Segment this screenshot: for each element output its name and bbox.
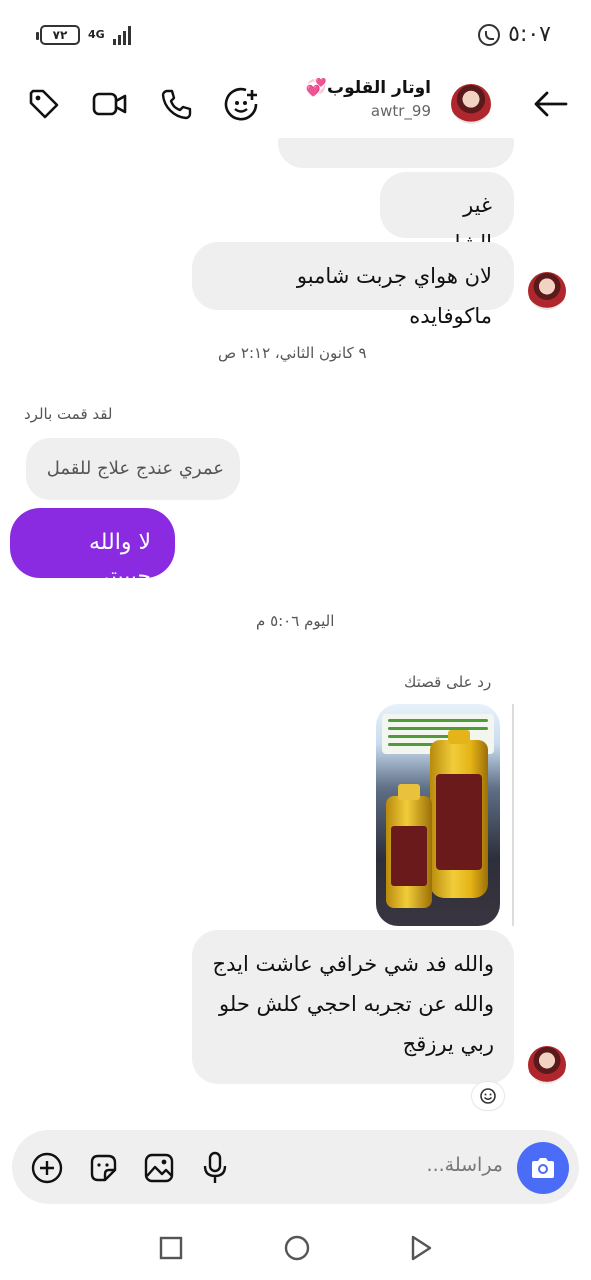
network-type: 4G [88,28,105,41]
sent-text: لا والله حبيبتي [88,530,151,589]
message-line: ربي يرزقج [402,1032,494,1056]
oil-bottle-large-image [430,730,488,898]
contact-username: awtr_99 [370,102,431,120]
status-right: ٥:٠٧ [478,22,551,47]
camera-button[interactable] [517,1142,569,1194]
back-button[interactable] [406,1233,436,1263]
whatsapp-icon [478,23,501,46]
add-icon[interactable] [30,1151,64,1185]
oil-bottle-small-image [386,784,432,908]
quoted-text: عمري عندج علاج للقمل [46,458,224,479]
gallery-icon[interactable] [142,1151,176,1185]
sender-avatar[interactable] [528,1046,566,1084]
message-composer: مراسلة... [12,1130,579,1204]
story-reply-label: رد على قصتك [404,673,492,691]
header-title[interactable]: اوتار القلوب💞 awtr_99 [306,78,431,120]
story-divider [512,704,514,926]
recents-button[interactable] [156,1233,186,1263]
sender-avatar[interactable] [528,272,566,310]
sticker-icon[interactable] [86,1151,120,1185]
battery-icon: ٧٢ [36,25,80,45]
message-input[interactable]: مراسلة... [427,1154,503,1176]
clock: ٥:٠٧ [508,22,551,47]
status-bar: ٧٢ 4G ٥:٠٧ [0,0,591,70]
avatar[interactable] [451,84,491,124]
contact-name: اوتار القلوب💞 [305,78,431,98]
back-arrow-icon[interactable] [530,84,570,124]
chat-header: اوتار القلوب💞 awtr_99 [0,70,591,138]
message-text: لان هواي جربت شامبو ماكوفايده [296,264,492,328]
phone-icon[interactable] [156,84,196,124]
camera-icon [532,1158,554,1178]
emoji-react-icon [480,1088,496,1104]
reply-label: لقد قمت بالرد [24,405,113,423]
message-bubble[interactable]: والله فد شي خرافي عاشت ايدج والله عن تجر… [192,930,514,1084]
timestamp: اليوم ٥:٠٦ م [256,612,335,630]
chat-screen: ٧٢ 4G ٥:٠٧ اوتار القلوب💞 awtr_99 غير لان… [0,0,591,1280]
signal-icon [112,25,131,45]
message-bubble[interactable]: لان هواي جربت شامبو ماكوفايده [192,242,514,328]
message-line: والله فد شي خرافي عاشت ايدج [212,952,494,976]
sent-message[interactable]: لا والله حبيبتي [10,508,175,589]
story-thumbnail[interactable] [376,704,500,926]
reaction-button[interactable] [472,1082,504,1110]
home-button[interactable] [282,1233,312,1263]
system-nav-bar [0,1215,591,1280]
sticker-add-icon[interactable] [222,84,262,124]
message-bubble[interactable]: غير الشامبو [380,172,514,255]
status-left: ٧٢ 4G [36,25,131,45]
message-line: والله عن تجربه احجي كلش حلو [219,992,494,1016]
video-call-icon[interactable] [90,84,130,124]
quoted-message[interactable]: عمري عندج علاج للقمل [26,438,240,500]
timestamp: ٩ كانون الثاني، ٢:١٢ ص [218,344,367,362]
microphone-icon[interactable] [198,1151,232,1185]
tag-icon[interactable] [24,84,64,124]
